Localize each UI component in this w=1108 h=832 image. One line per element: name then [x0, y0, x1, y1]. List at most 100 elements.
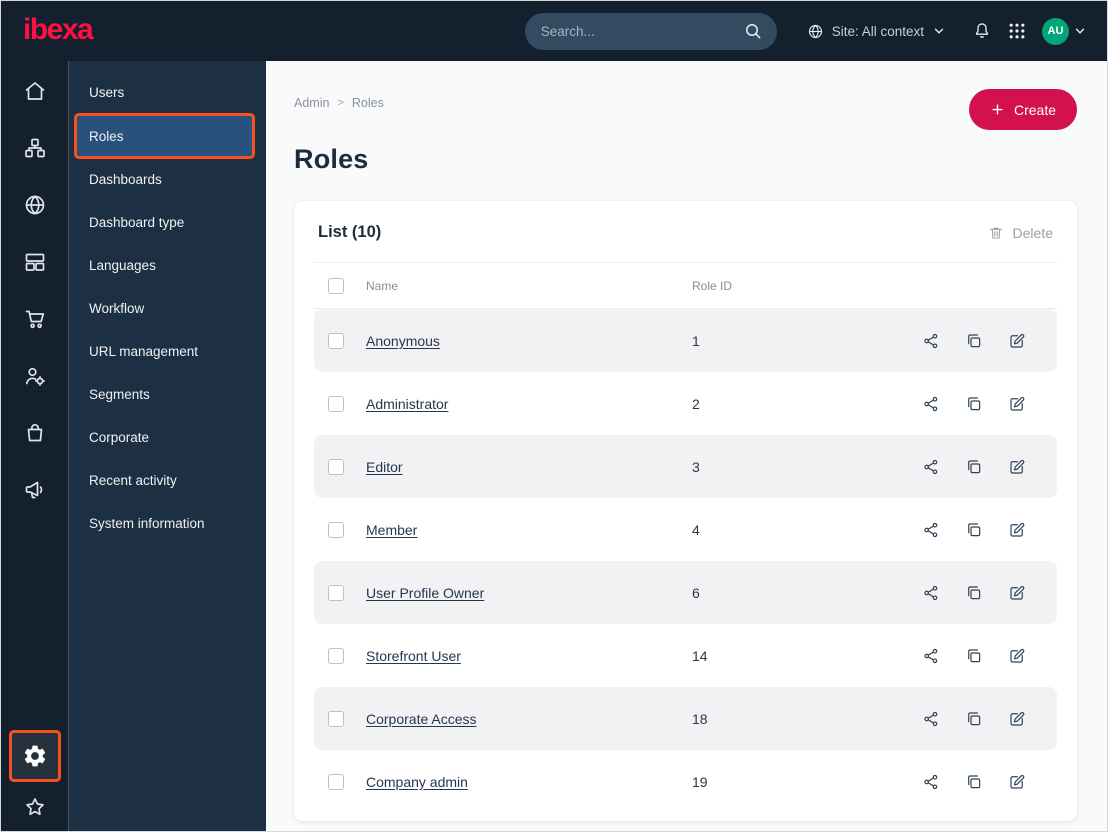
- role-name-link[interactable]: Corporate Access: [366, 711, 692, 727]
- select-all-checkbox[interactable]: [328, 277, 344, 294]
- main-content: Admin > Roles Create Roles List (10) Del…: [266, 61, 1107, 831]
- role-name-link[interactable]: Anonymous: [366, 333, 692, 349]
- role-name-link[interactable]: Storefront User: [366, 648, 692, 664]
- copy-role-icon[interactable]: [964, 457, 984, 477]
- role-name-link[interactable]: Editor: [366, 459, 692, 475]
- search-input[interactable]: [540, 23, 743, 39]
- assign-users-icon[interactable]: [921, 394, 941, 414]
- page-head-row: Admin > Roles Create: [294, 89, 1077, 130]
- personalization-user-gear-icon[interactable]: [23, 364, 47, 388]
- copy-role-icon[interactable]: [964, 646, 984, 666]
- copy-role-icon[interactable]: [964, 583, 984, 603]
- row-actions: [921, 331, 1027, 351]
- assign-users-icon[interactable]: [921, 646, 941, 666]
- copy-role-icon[interactable]: [964, 331, 984, 351]
- sidebar-item-dashboard-type[interactable]: Dashboard type: [69, 201, 266, 244]
- table-row: Company admin 19: [314, 750, 1057, 813]
- role-id-value: 1: [692, 332, 700, 349]
- role-id-value: 19: [692, 773, 708, 790]
- commerce-cart-icon[interactable]: [23, 307, 47, 331]
- chevron-down-icon: [1075, 28, 1085, 34]
- edit-role-icon[interactable]: [1007, 331, 1027, 351]
- edit-role-icon[interactable]: [1007, 520, 1027, 540]
- role-name-link[interactable]: Administrator: [366, 396, 692, 412]
- edit-role-icon[interactable]: [1007, 646, 1027, 666]
- product-catalog-icon[interactable]: [23, 421, 47, 445]
- row-actions: [921, 394, 1027, 414]
- sidebar-item-label: System information: [89, 516, 205, 531]
- role-name-link[interactable]: Company admin: [366, 774, 692, 790]
- breadcrumb-item-admin[interactable]: Admin: [294, 96, 329, 110]
- copy-role-icon[interactable]: [964, 520, 984, 540]
- copy-role-icon[interactable]: [964, 772, 984, 792]
- apps-grid-icon[interactable]: [1007, 21, 1027, 41]
- table-header: Name Role ID: [314, 263, 1057, 309]
- bookmarks-star-icon[interactable]: [23, 795, 47, 819]
- delete-button[interactable]: Delete: [988, 225, 1053, 241]
- role-id-value: 3: [692, 458, 700, 475]
- sidebar-item-roles[interactable]: Roles: [77, 116, 252, 156]
- row-checkbox[interactable]: [328, 584, 344, 601]
- avatar[interactable]: AU: [1042, 17, 1069, 45]
- assign-users-icon[interactable]: [921, 709, 941, 729]
- sidebar-item-segments[interactable]: Segments: [69, 373, 266, 416]
- assign-users-icon[interactable]: [921, 331, 941, 351]
- assign-users-icon[interactable]: [921, 520, 941, 540]
- table-row: Member 4: [314, 498, 1057, 561]
- list-title: List (10): [318, 223, 382, 241]
- sidebar-item-label: URL management: [89, 344, 199, 359]
- storage-icon[interactable]: [23, 250, 47, 274]
- sidebar-item-label: Dashboards: [89, 172, 162, 187]
- sidebar-item-workflow[interactable]: Workflow: [69, 287, 266, 330]
- column-header-role-id: Role ID: [692, 278, 733, 293]
- assign-users-icon[interactable]: [921, 772, 941, 792]
- page-title: Roles: [294, 144, 369, 174]
- assign-users-icon[interactable]: [921, 583, 941, 603]
- sidebar-item-languages[interactable]: Languages: [69, 244, 266, 287]
- row-checkbox[interactable]: [328, 395, 344, 412]
- global-search[interactable]: [524, 12, 777, 50]
- notifications-bell-icon[interactable]: [972, 21, 992, 41]
- sidebar-item-system-information[interactable]: System information: [69, 502, 266, 545]
- row-actions: [921, 709, 1027, 729]
- role-name-link[interactable]: User Profile Owner: [366, 585, 692, 601]
- ibexa-admin-app: ibexa Site: All context: [0, 0, 1108, 832]
- site-context-selector[interactable]: Site: All context: [807, 23, 946, 40]
- edit-role-icon[interactable]: [1007, 394, 1027, 414]
- row-checkbox[interactable]: [328, 458, 344, 475]
- copy-role-icon[interactable]: [964, 394, 984, 414]
- edit-role-icon[interactable]: [1007, 772, 1027, 792]
- sidebar-item-dashboards[interactable]: Dashboards: [69, 158, 266, 201]
- home-icon[interactable]: [23, 79, 47, 103]
- role-name-link[interactable]: Member: [366, 522, 692, 538]
- row-checkbox[interactable]: [328, 710, 344, 727]
- edit-role-icon[interactable]: [1007, 709, 1027, 729]
- sidebar-item-label: Users: [89, 85, 125, 100]
- table-row: User Profile Owner 6: [314, 561, 1057, 624]
- breadcrumb-item-roles[interactable]: Roles: [352, 96, 384, 110]
- trash-icon: [989, 227, 1002, 239]
- search-icon[interactable]: [743, 21, 763, 41]
- sidebar-item-url-management[interactable]: URL management: [69, 330, 266, 373]
- sidebar-item-label: Roles: [89, 128, 124, 144]
- user-menu[interactable]: AU: [1042, 17, 1087, 45]
- sidebar-item-recent-activity[interactable]: Recent activity: [69, 459, 266, 502]
- admin-settings-gear-icon[interactable]: [11, 733, 58, 779]
- promotions-megaphone-icon[interactable]: [23, 478, 47, 502]
- row-checkbox[interactable]: [328, 647, 344, 664]
- site-globe-icon[interactable]: [23, 193, 47, 217]
- create-button[interactable]: Create: [968, 89, 1077, 130]
- row-checkbox[interactable]: [328, 332, 344, 349]
- sidebar-item-users[interactable]: Users: [69, 71, 266, 114]
- edit-role-icon[interactable]: [1007, 457, 1027, 477]
- sidebar-item-label: Dashboard type: [89, 215, 185, 230]
- row-checkbox[interactable]: [328, 521, 344, 538]
- copy-role-icon[interactable]: [964, 709, 984, 729]
- row-checkbox[interactable]: [328, 773, 344, 790]
- edit-role-icon[interactable]: [1007, 583, 1027, 603]
- ibexa-logo[interactable]: ibexa: [23, 14, 94, 48]
- content-structure-icon[interactable]: [23, 136, 47, 160]
- roles-list-card: List (10) Delete Name Role ID Anonymous …: [294, 201, 1077, 821]
- sidebar-item-corporate[interactable]: Corporate: [69, 416, 266, 459]
- assign-users-icon[interactable]: [921, 457, 941, 477]
